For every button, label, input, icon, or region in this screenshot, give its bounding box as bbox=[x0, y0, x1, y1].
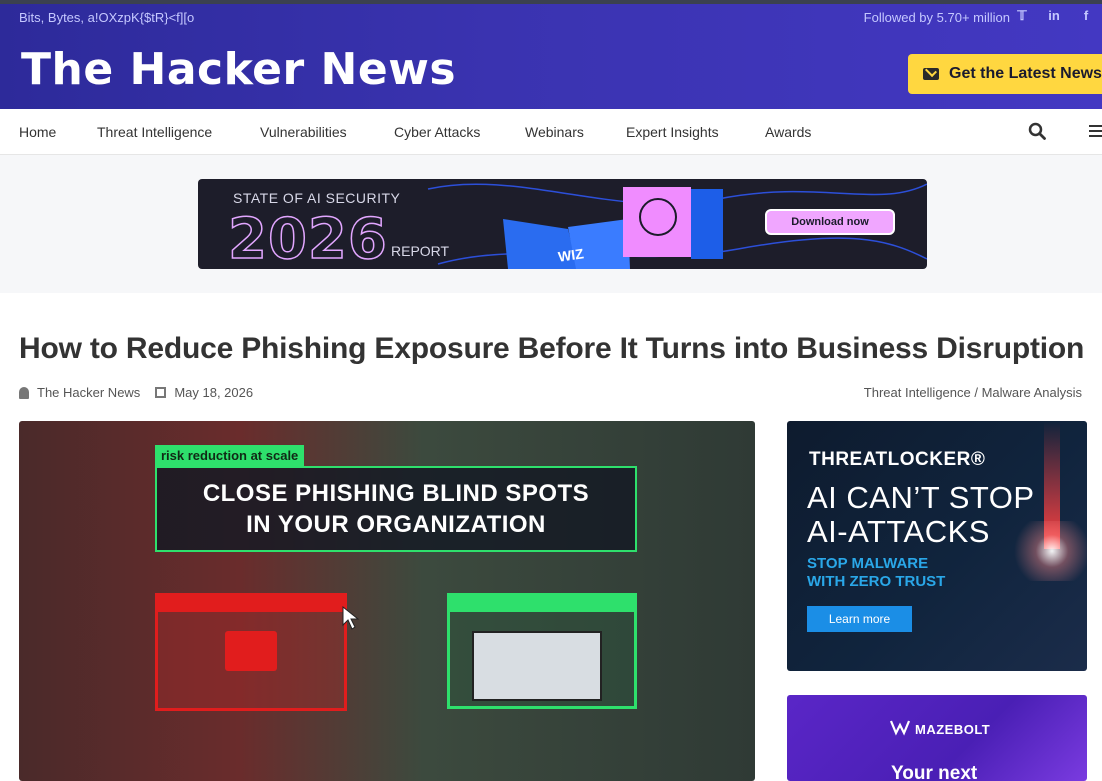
article-meta: The Hacker News May 18, 2026 bbox=[19, 385, 253, 400]
nav-item-awards[interactable]: Awards bbox=[765, 124, 811, 140]
mail-icon bbox=[923, 68, 939, 80]
threatlocker-ad[interactable]: THREATLOCKER® AI CAN’T STOP AI-ATTACKS S… bbox=[787, 421, 1087, 671]
hero-headline-box: CLOSE PHISHING BLIND SPOTS IN YOUR ORGAN… bbox=[155, 466, 637, 552]
ad1-headline-line1: AI CAN’T STOP bbox=[807, 480, 1035, 515]
hero-line2: IN YOUR ORGANIZATION bbox=[246, 511, 546, 538]
wiz-ad-banner[interactable]: STATE OF AI SECURITY 2026 REPORT WIZ Dow… bbox=[198, 179, 927, 269]
tagline: Bits, Bytes, a!OXzpK{$tR}<f][o bbox=[19, 10, 195, 25]
hero-tag: risk reduction at scale bbox=[155, 445, 305, 466]
mazebolt-ad[interactable]: MAZEBOLT Your next bbox=[787, 695, 1087, 781]
banner-line2: REPORT bbox=[391, 243, 450, 259]
nav-item-threat-intelligence[interactable]: Threat Intelligence bbox=[97, 124, 212, 140]
download-now-button[interactable]: Download now bbox=[765, 209, 895, 235]
ad1-headline-line2: AI-ATTACKS bbox=[807, 514, 990, 549]
banner-year: 2026 bbox=[227, 206, 388, 269]
nav-item-cyber-attacks[interactable]: Cyber Attacks bbox=[394, 124, 480, 140]
article-categories[interactable]: Threat Intelligence / Malware Analysis bbox=[864, 385, 1082, 400]
site-logo[interactable]: The Hacker News bbox=[21, 44, 456, 95]
facebook-icon[interactable]: f bbox=[1070, 8, 1102, 24]
article-title[interactable]: How to Reduce Phishing Exposure Before I… bbox=[19, 332, 1084, 366]
threatlocker-logo: THREATLOCKER® bbox=[809, 449, 986, 470]
mazebolt-logo: MAZEBOLT bbox=[915, 722, 991, 737]
site-header: Bits, Bytes, a!OXzpK{$tR}<f][o Followed … bbox=[0, 0, 1102, 109]
article-date: May 18, 2026 bbox=[174, 385, 254, 400]
twitter-icon[interactable]: 𝕋 bbox=[1006, 8, 1038, 24]
calendar-icon bbox=[155, 387, 167, 398]
monitor-graphic bbox=[472, 631, 602, 701]
article-hero-image[interactable]: risk reduction at scale CLOSE PHISHING B… bbox=[19, 421, 755, 781]
banner-line1: STATE OF AI SECURITY bbox=[233, 190, 401, 206]
nav-item-vulnerabilities[interactable]: Vulnerabilities bbox=[260, 124, 347, 140]
main-nav: Home Threat Intelligence Vulnerabilities… bbox=[0, 109, 1102, 155]
cursor-icon bbox=[342, 605, 360, 630]
ad1-sub-line1: STOP MALWARE bbox=[807, 555, 929, 572]
get-latest-news-button[interactable]: Get the Latest News bbox=[908, 54, 1102, 94]
ad1-subhead: STOP MALWARE WITH ZERO TRUST bbox=[807, 555, 945, 591]
ad1-sub-line2: WITH ZERO TRUST bbox=[807, 573, 946, 590]
social-links: 𝕋 in f bbox=[1006, 8, 1102, 24]
mazebolt-logo-icon bbox=[890, 720, 910, 736]
cta-label: Get the Latest News bbox=[949, 65, 1102, 82]
nav-item-home[interactable]: Home bbox=[19, 124, 56, 140]
learn-more-button[interactable]: Learn more bbox=[807, 606, 912, 632]
ad2-headline: Your next bbox=[891, 763, 978, 781]
hamburger-menu-icon[interactable] bbox=[1089, 125, 1102, 137]
article-author: The Hacker News bbox=[37, 385, 141, 400]
nav-item-webinars[interactable]: Webinars bbox=[525, 124, 584, 140]
followers-count: Followed by 5.70+ million bbox=[863, 10, 1010, 25]
author-icon bbox=[19, 386, 29, 399]
search-icon[interactable] bbox=[1028, 122, 1046, 140]
ad1-headline: AI CAN’T STOP AI-ATTACKS bbox=[807, 481, 1035, 549]
linkedin-icon[interactable]: in bbox=[1038, 8, 1070, 24]
hero-line1: CLOSE PHISHING BLIND SPOTS bbox=[202, 480, 590, 507]
nav-item-expert-insights[interactable]: Expert Insights bbox=[626, 124, 719, 140]
envelope-icon bbox=[225, 631, 277, 671]
